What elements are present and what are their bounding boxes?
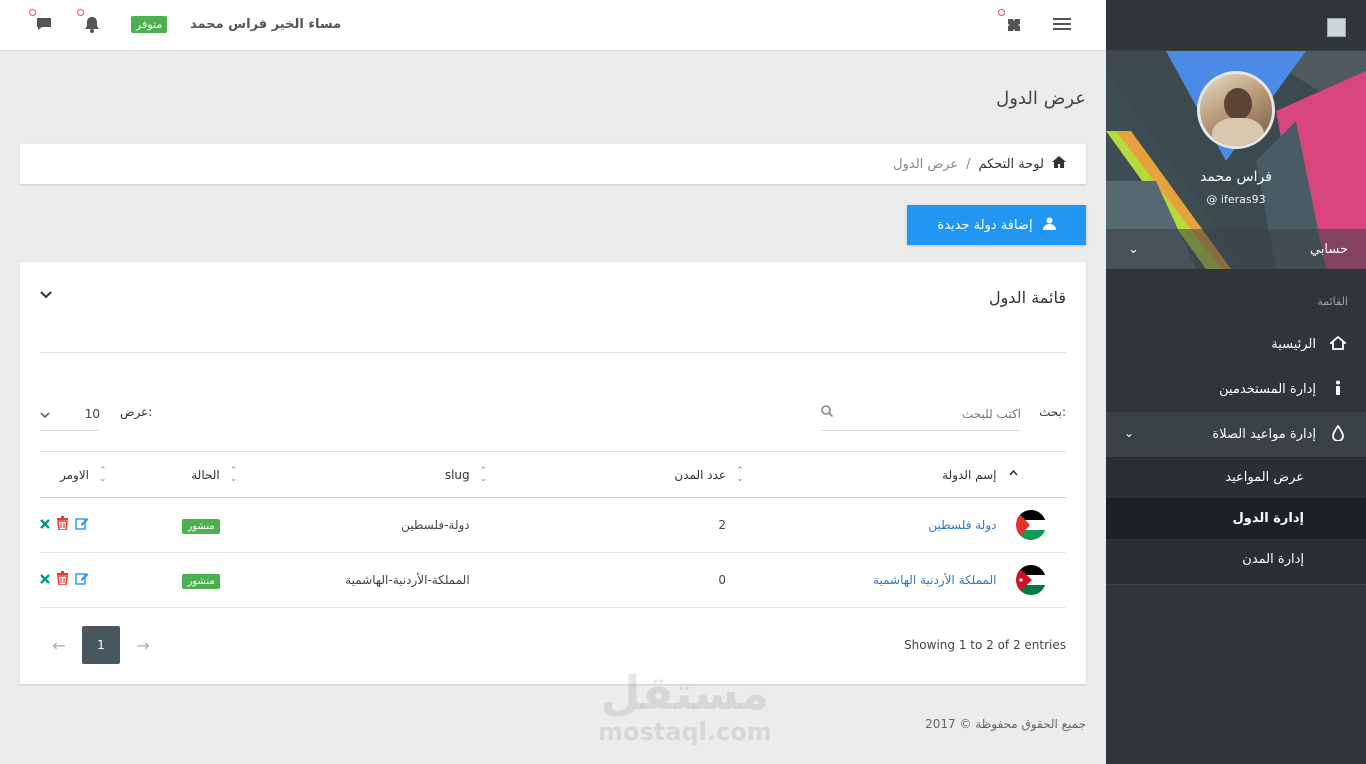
profile-card: فراس محمد @ iferas93 ⌄ حسابي	[1106, 51, 1366, 269]
greeting-text: مساء الخير فراس محمد	[190, 17, 342, 32]
cities-count: 2	[469, 497, 727, 553]
sidebar-item-label: إدارة مواعيد الصلاة	[1212, 427, 1316, 442]
column-header-cities[interactable]: عدد المدن ⌃ ⌄	[469, 451, 727, 498]
bell-icon[interactable]	[84, 16, 100, 37]
watermark: مستقل mostaql.com	[598, 668, 772, 746]
page-title: عرض الدول	[996, 88, 1086, 109]
pagination-next[interactable]: →	[124, 626, 162, 664]
column-header-status[interactable]: الحالة ⌃ ⌄	[89, 451, 220, 498]
watermark-latin: mostaql.com	[598, 718, 772, 746]
table-row: دولة فلسطين 2 دولة-فلسطين منشور	[40, 497, 1066, 553]
logo-image[interactable]	[1327, 18, 1346, 37]
chevron-down-icon: ⌄	[1124, 426, 1135, 440]
sidebar: فراس محمد @ iferas93 ⌄ حسابي القائمة الر…	[1106, 0, 1366, 764]
watermark-arabic: مستقل	[600, 666, 769, 720]
column-header-slug[interactable]: slug ⌃ ⌄	[219, 451, 470, 498]
divider	[40, 352, 1066, 353]
breadcrumb-current: عرض الدول	[893, 156, 959, 172]
sidebar-item-prayer-times[interactable]: ⌄ إدارة مواعيد الصلاة	[1106, 412, 1366, 457]
chevron-down-icon[interactable]	[40, 288, 52, 302]
sort-icon: ⌃ ⌄	[229, 466, 238, 484]
length-label: عرض:	[120, 405, 153, 419]
topbar: متوفر مساء الخير فراس محمد	[0, 0, 1106, 51]
account-label: حسابي	[1309, 241, 1348, 257]
pagination-prev[interactable]: ←	[40, 626, 78, 664]
profile-name: فراس محمد	[1200, 169, 1272, 185]
row-actions	[40, 516, 89, 534]
length-value: 10	[84, 406, 100, 421]
home-icon[interactable]	[1052, 156, 1066, 172]
cities-count: 0	[469, 552, 727, 608]
row-actions	[40, 571, 89, 589]
avatar[interactable]	[1197, 71, 1275, 149]
country-slug: دولة-فلسطين	[219, 497, 470, 553]
footer-copyright: جميع الحقوق محفوظة © 2017	[925, 717, 1086, 731]
sort-icon: ⌃ ⌄	[736, 466, 744, 484]
add-country-label: إضافة دولة جديدة	[937, 217, 1033, 233]
country-name-link[interactable]: دولة فلسطين	[928, 518, 996, 532]
column-header-name[interactable]: إسم الدولة ⌃ ⌄	[726, 451, 997, 498]
bell-notification-dot	[77, 9, 84, 16]
status-badge: منشور	[182, 519, 220, 534]
table-row: المملكة الأردنية الهاشمية 0 المملكة-الأر…	[40, 552, 1066, 608]
table-info: Showing 1 to 2 of 2 entries	[904, 638, 1066, 652]
length-select[interactable]: 10	[40, 397, 100, 431]
sort-asc-icon	[1009, 469, 1018, 478]
edit-icon[interactable]	[75, 571, 89, 589]
sidebar-item-label: الرئيسية	[1271, 337, 1316, 352]
status-badge: منشور	[182, 574, 220, 589]
user-icon	[1042, 217, 1056, 234]
column-header-actions[interactable]: الاومر	[40, 451, 89, 498]
jordan-flag-icon	[1016, 565, 1046, 595]
search-label: بحث:	[1039, 405, 1066, 419]
person-icon	[1328, 380, 1348, 400]
trash-icon[interactable]	[56, 571, 69, 589]
sidebar-item-home[interactable]: الرئيسية	[1106, 322, 1366, 367]
sort-icon: ⌃ ⌄	[479, 466, 488, 484]
chevron-down-icon	[40, 407, 50, 421]
puzzle-notification-dot	[998, 9, 1005, 16]
column-header-flag[interactable]	[996, 451, 1066, 498]
card-title: قائمة الدول	[989, 288, 1066, 307]
puzzle-icon[interactable]	[1005, 16, 1023, 38]
sidebar-subitem-cities[interactable]: إدارة المدن	[1106, 539, 1366, 580]
country-name-link[interactable]: المملكة الأردنية الهاشمية	[873, 573, 996, 587]
prayer-times-submenu: عرض المواعيد إدارة الدول إدارة المدن	[1106, 457, 1366, 585]
menu-section-label: القائمة	[1317, 295, 1348, 308]
breadcrumb-separator: /	[966, 156, 971, 172]
breadcrumb-home-link[interactable]: لوحة التحكم	[978, 157, 1044, 172]
close-icon[interactable]	[40, 517, 50, 533]
sidebar-item-users[interactable]: إدارة المستخدمين	[1106, 367, 1366, 412]
search-icon	[821, 405, 834, 421]
menu-icon[interactable]	[1053, 16, 1071, 36]
country-slug: المملكة-الأردنية-الهاشمية	[219, 552, 470, 608]
chevron-down-icon: ⌄	[1128, 241, 1139, 257]
account-dropdown[interactable]: ⌄ حسابي	[1106, 229, 1366, 269]
status-badge: متوفر	[131, 16, 168, 33]
sidebar-item-label: إدارة المستخدمين	[1219, 382, 1316, 397]
sort-icon: ⌃ ⌄	[99, 466, 107, 484]
palestine-flag-icon	[1016, 510, 1046, 540]
chat-notification-dot	[29, 9, 36, 16]
breadcrumb: عرض الدول / لوحة التحكم	[20, 144, 1086, 184]
search-field	[821, 397, 1021, 431]
countries-card: قائمة الدول بحث: عرض: 10 إسم الدولة	[20, 262, 1086, 684]
pagination-page[interactable]: 1	[82, 626, 120, 664]
sidebar-subitem-countries[interactable]: إدارة الدول	[1106, 498, 1366, 539]
trash-icon[interactable]	[56, 516, 69, 534]
pagination: ← 1 →	[40, 626, 162, 664]
profile-username: @ iferas93	[1206, 193, 1266, 206]
chat-icon[interactable]	[36, 16, 52, 36]
edit-icon[interactable]	[75, 516, 89, 534]
search-input[interactable]	[821, 397, 1021, 430]
add-country-button[interactable]: إضافة دولة جديدة	[907, 205, 1086, 245]
close-icon[interactable]	[40, 572, 50, 588]
sidebar-header	[1106, 0, 1366, 51]
home-icon	[1328, 335, 1348, 354]
drop-icon	[1328, 423, 1348, 445]
countries-table: إسم الدولة ⌃ ⌄ عدد المدن ⌃ ⌄ slug ⌃ ⌄ الحال…	[40, 451, 1066, 608]
sidebar-subitem-view-times[interactable]: عرض المواعيد	[1106, 457, 1366, 498]
